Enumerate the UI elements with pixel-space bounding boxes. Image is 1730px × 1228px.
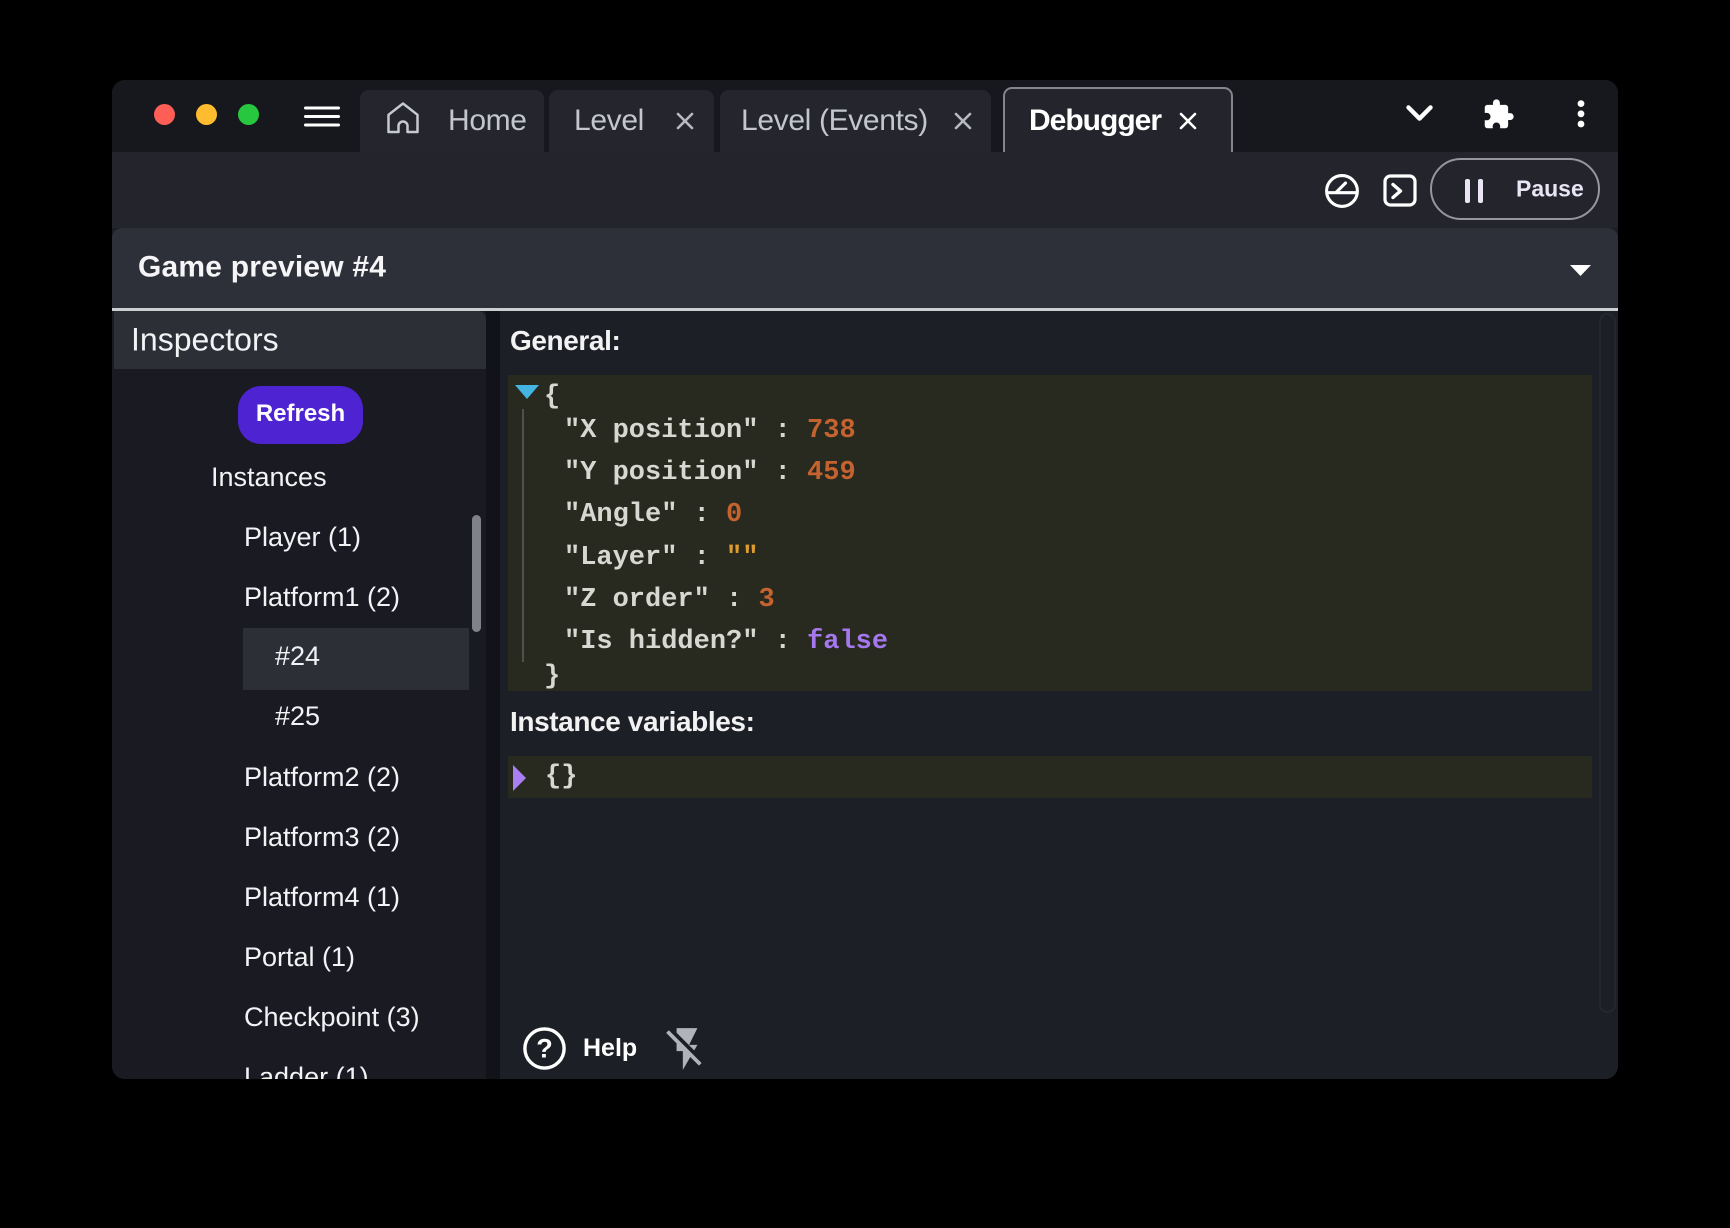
svg-text:?: ? bbox=[536, 1034, 553, 1064]
